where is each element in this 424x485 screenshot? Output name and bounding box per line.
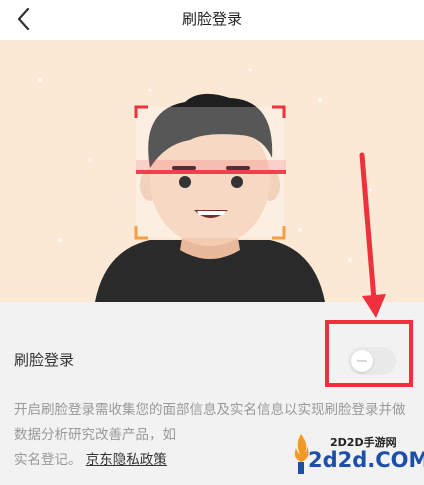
highlight-box: [325, 320, 413, 387]
description-tail: 实名登记。: [14, 452, 82, 468]
privacy-policy-link[interactable]: 京东隐私政策: [86, 452, 167, 468]
watermark-en: 2d2d.COM: [308, 448, 424, 472]
watermark-logo: 2D2D手游网 2d2d.COM: [290, 430, 424, 482]
